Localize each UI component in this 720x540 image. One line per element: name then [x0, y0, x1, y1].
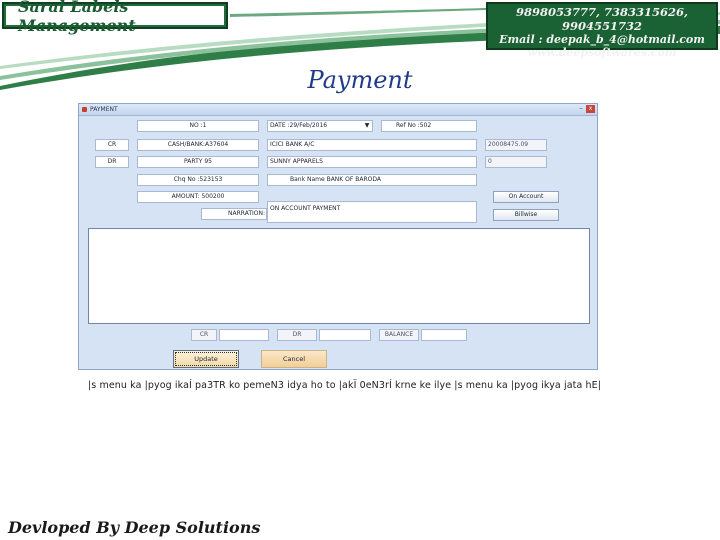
dr-account-name-field[interactable]: SUNNY APPARELS: [267, 156, 477, 168]
footer-credit: Devloped By Deep Solutions: [8, 518, 261, 537]
balance-label: BALANCE: [379, 329, 419, 341]
brand-title: Saral Labels Management: [6, 0, 224, 35]
date-label: DATE :: [270, 122, 290, 129]
chevron-down-icon[interactable]: ▼: [363, 122, 371, 130]
bank-name-field[interactable]: Bank Name BANK OF BARODA: [267, 174, 477, 186]
date-picker[interactable]: DATE :29/Feb/2016 ▼: [267, 120, 373, 132]
total-dr-label: DR: [277, 329, 317, 341]
total-cr-field: [219, 329, 269, 341]
dr-label-box: DR: [95, 156, 129, 168]
payment-window: PAYMENT – x NO :1 DATE :29/Feb/2016 ▼ Re…: [78, 103, 598, 370]
minimize-button[interactable]: –: [577, 105, 585, 113]
menu-description-text: |s menu ka |pyog ikaÍ pa3TR ko pemeN3 id…: [88, 380, 602, 391]
total-cr-label: CR: [191, 329, 217, 341]
narration-label: NARRATION:: [201, 208, 267, 220]
contact-website: www.deepsoftwares.com: [527, 46, 677, 59]
cr-account-field[interactable]: CASH/BANK:A37604: [137, 139, 259, 151]
cr-account-name-field[interactable]: ICICI BANK A/C: [267, 139, 477, 151]
on-account-button[interactable]: On Account: [493, 191, 559, 203]
window-title: PAYMENT: [90, 106, 118, 113]
window-app-icon: [82, 107, 87, 112]
bill-details-grid[interactable]: [88, 228, 590, 324]
ref-no-field[interactable]: Ref No :502: [381, 120, 477, 132]
contact-email: Email : deepak_b_4@hotmail.com: [499, 33, 705, 46]
amount-field[interactable]: AMOUNT: 500200: [137, 191, 259, 203]
total-dr-field: [319, 329, 371, 341]
brand-banner: Saral Labels Management: [2, 0, 228, 35]
billwise-button[interactable]: Billwise: [493, 209, 559, 221]
close-button[interactable]: x: [586, 105, 595, 113]
voucher-no-field[interactable]: NO :1: [137, 120, 259, 132]
cheque-no-field[interactable]: Chq No :523153: [137, 174, 259, 186]
window-titlebar: PAYMENT – x: [79, 104, 597, 116]
contact-phones: 9898053777, 7383315626, 9904551732: [515, 5, 689, 33]
update-button[interactable]: Update: [173, 350, 239, 368]
page-title: Payment: [307, 66, 413, 94]
dr-account-field[interactable]: PARTY 95: [137, 156, 259, 168]
cancel-button[interactable]: Cancel: [261, 350, 327, 368]
balance-field: [421, 329, 467, 341]
dr-balance-field: 0: [485, 156, 547, 168]
date-value: 29/Feb/2016: [289, 122, 328, 129]
contact-banner: 9898053777, 7383315626, 9904551732 Email…: [486, 2, 718, 59]
narration-field[interactable]: ON ACCOUNT PAYMENT: [267, 201, 477, 223]
cr-label-box: CR: [95, 139, 129, 151]
cr-balance-field: 20008475.09: [485, 139, 547, 151]
